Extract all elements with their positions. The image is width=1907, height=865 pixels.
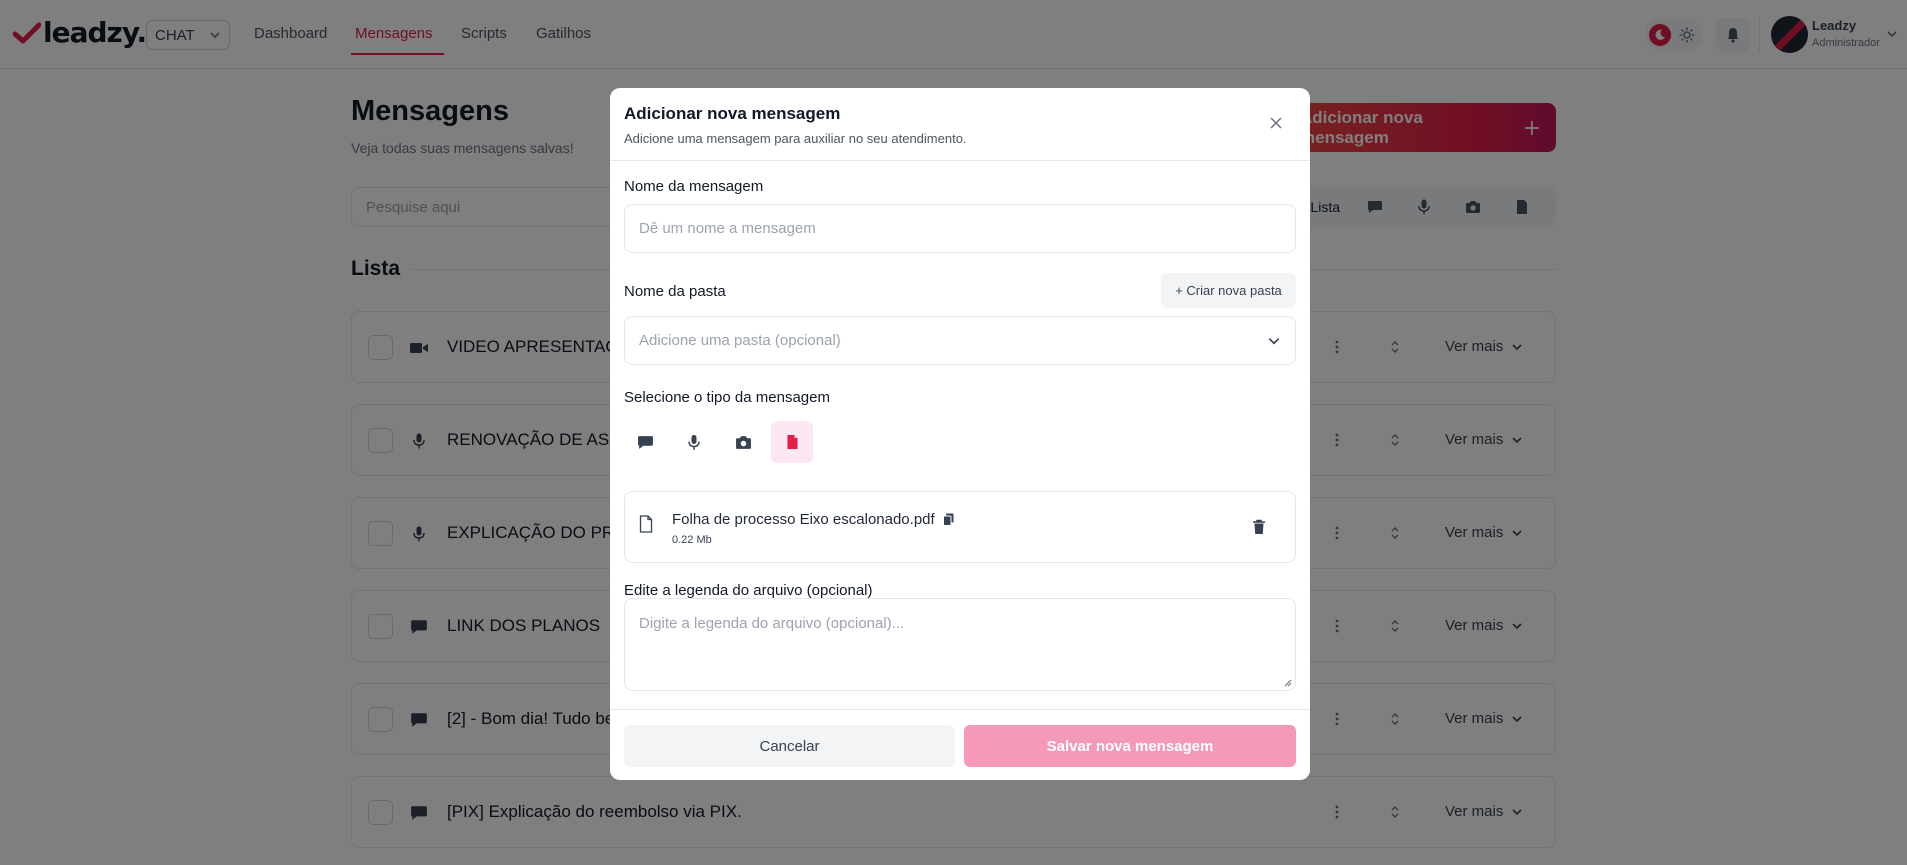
chat-bubble-icon xyxy=(637,435,653,449)
folder-name-label: Nome da pasta xyxy=(624,283,726,300)
document-icon xyxy=(787,435,797,449)
resize-handle-icon[interactable] xyxy=(1282,677,1292,687)
add-message-dialog: Adicionar nova mensagem Adicione uma men… xyxy=(610,88,1310,780)
type-image-button[interactable] xyxy=(722,421,764,463)
type-audio-button[interactable] xyxy=(673,421,715,463)
type-document-button[interactable] xyxy=(771,421,813,463)
dialog-subtitle: Adicione uma mensagem para auxiliar no s… xyxy=(624,131,967,146)
caption-placeholder: Digite a legenda do arquivo (opcional)..… xyxy=(639,615,905,632)
divider xyxy=(610,709,1310,710)
file-name: Folha de processo Eixo escalonado.pdf xyxy=(672,511,935,528)
copy-icon[interactable] xyxy=(942,513,954,526)
save-message-button[interactable]: Salvar nova mensagem xyxy=(964,725,1296,767)
caption-textarea[interactable]: Digite a legenda do arquivo (opcional)..… xyxy=(624,598,1296,691)
message-name-label: Nome da mensagem xyxy=(624,178,764,195)
create-folder-button[interactable]: + Criar nova pasta xyxy=(1161,273,1296,308)
microphone-icon xyxy=(688,434,700,450)
close-icon[interactable] xyxy=(1268,115,1284,131)
divider xyxy=(610,160,1310,161)
trash-icon[interactable] xyxy=(1252,519,1266,535)
type-text-button[interactable] xyxy=(624,421,666,463)
attached-file-card: Folha de processo Eixo escalonado.pdf 0.… xyxy=(624,491,1296,563)
file-name-row: Folha de processo Eixo escalonado.pdf xyxy=(672,511,954,528)
folder-select[interactable]: Adicione uma pasta (opcional) xyxy=(624,316,1296,365)
message-name-input[interactable]: Dê um nome a mensagem xyxy=(624,204,1296,253)
folder-select-placeholder: Adicione uma pasta (opcional) xyxy=(639,332,841,349)
file-size: 0.22 Mb xyxy=(672,534,712,546)
chevron-down-icon xyxy=(1268,337,1280,344)
camera-icon xyxy=(735,435,751,449)
file-icon xyxy=(639,515,653,533)
cancel-button[interactable]: Cancelar xyxy=(624,725,955,767)
caption-label: Edite a legenda do arquivo (opcional) xyxy=(624,582,873,599)
message-type-label: Selecione o tipo da mensagem xyxy=(624,389,830,406)
dialog-title: Adicionar nova mensagem xyxy=(624,104,841,123)
